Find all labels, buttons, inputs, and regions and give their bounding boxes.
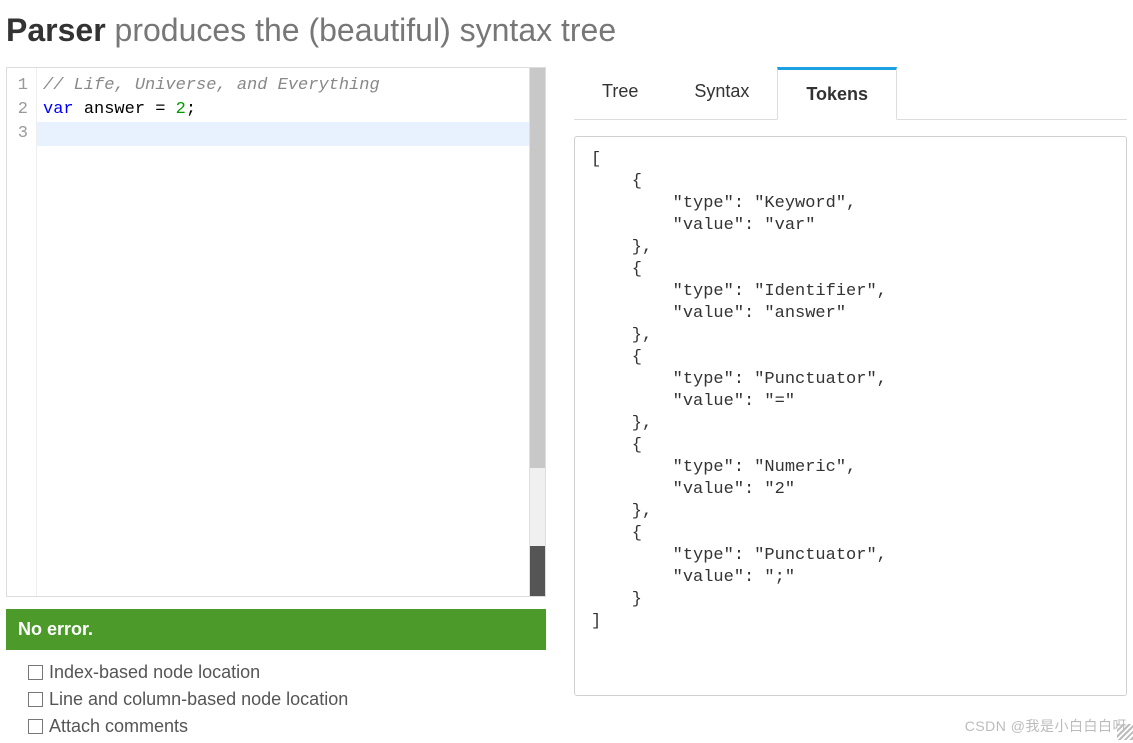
tab-syntax[interactable]: Syntax [666, 67, 777, 119]
resize-grip-icon [1117, 724, 1133, 740]
code-line[interactable]: var answer = 2; [43, 98, 529, 122]
editor-scrollbar[interactable] [529, 68, 545, 596]
page-title: Parser produces the (beautiful) syntax t… [0, 0, 1133, 67]
tab-tokens[interactable]: Tokens [777, 67, 897, 120]
line-number: 3 [13, 122, 28, 146]
right-pane: TreeSyntaxTokens [ { "type": "Keyword", … [574, 67, 1127, 743]
page-title-rest: produces the (beautiful) syntax tree [106, 12, 617, 48]
option-row[interactable]: Line and column-based node location [28, 689, 546, 710]
left-pane: 123 // Life, Universe, and Everythingvar… [6, 67, 546, 743]
code-line[interactable] [43, 122, 529, 146]
code-editor[interactable]: 123 // Life, Universe, and Everythingvar… [6, 67, 546, 597]
checkbox[interactable] [28, 692, 43, 707]
watermark: CSDN @我是小白白白呀 [965, 716, 1127, 736]
scroll-thumb[interactable] [530, 68, 545, 468]
option-label: Index-based node location [49, 662, 260, 683]
line-gutter: 123 [7, 68, 37, 596]
options-list: Index-based node location Line and column… [6, 662, 546, 737]
option-row[interactable]: Attach comments [28, 716, 546, 737]
tokens-output[interactable]: [ { "type": "Keyword", "value": "var" },… [574, 136, 1127, 696]
line-number: 1 [13, 74, 28, 98]
checkbox[interactable] [28, 719, 43, 734]
checkbox[interactable] [28, 665, 43, 680]
code-area[interactable]: // Life, Universe, and Everythingvar ans… [37, 68, 529, 596]
status-message: No error. [18, 619, 93, 639]
tab-tree[interactable]: Tree [574, 67, 666, 119]
status-bar: No error. [6, 609, 546, 650]
page-title-bold: Parser [6, 12, 106, 48]
option-row[interactable]: Index-based node location [28, 662, 546, 683]
option-label: Attach comments [49, 716, 188, 737]
tab-bar: TreeSyntaxTokens [574, 67, 1127, 120]
scroll-corner [530, 546, 545, 596]
line-number: 2 [13, 98, 28, 122]
code-line[interactable]: // Life, Universe, and Everything [43, 74, 529, 98]
option-label: Line and column-based node location [49, 689, 348, 710]
